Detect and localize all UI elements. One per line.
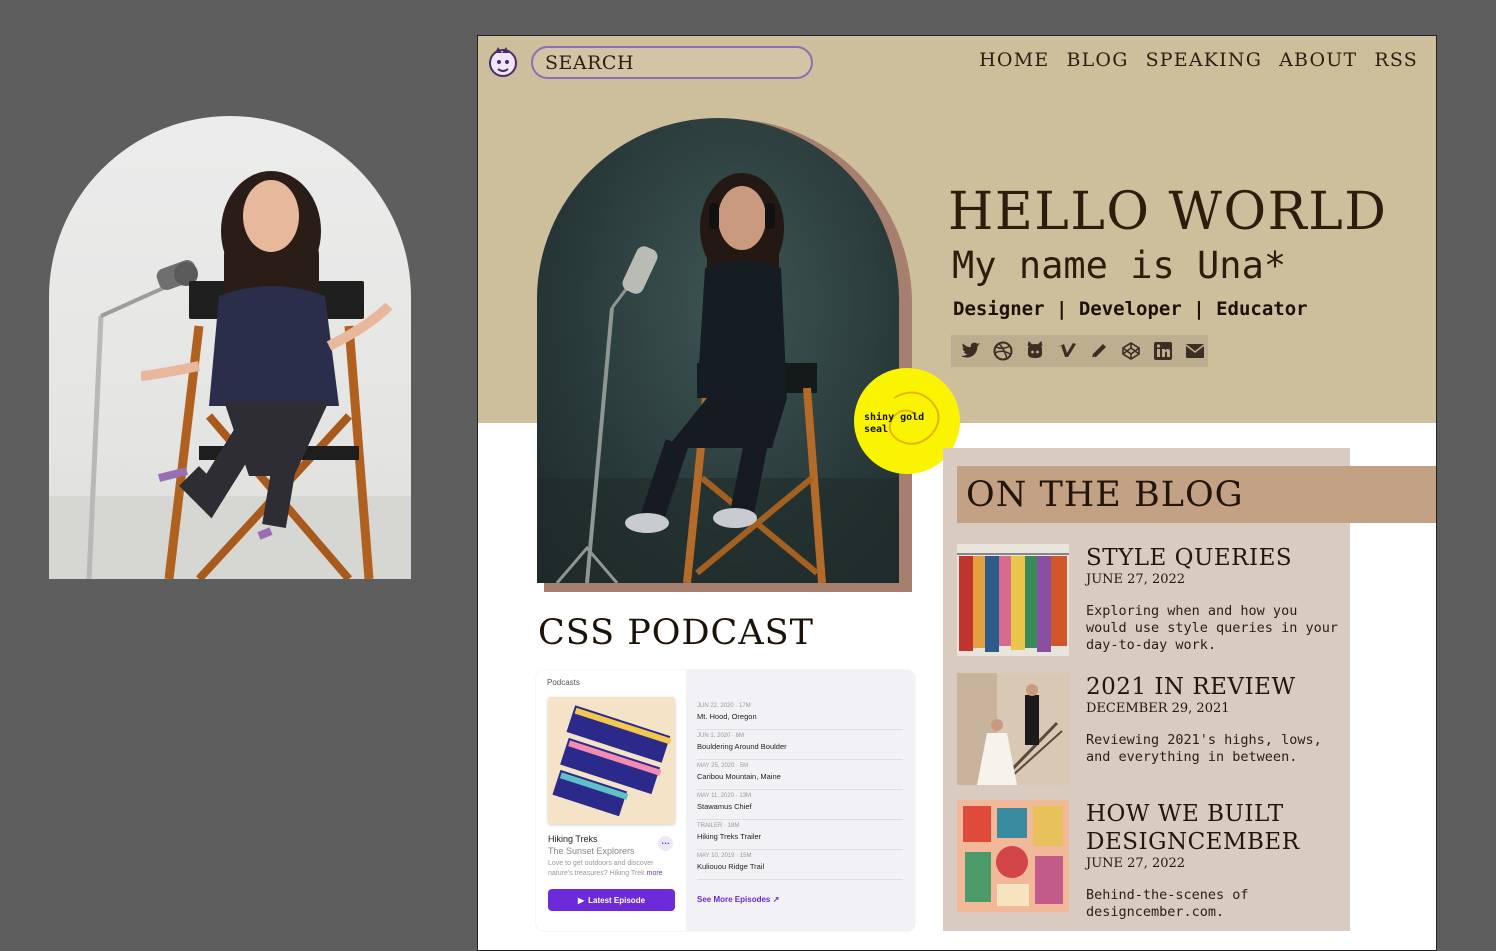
podcast-show-name[interactable]: Hiking Treks — [548, 834, 598, 844]
see-more-episodes-link[interactable]: See More Episodes ↗ — [697, 895, 779, 904]
blog-post[interactable]: STYLE QUERIES JUNE 27, 2022 Exploring wh… — [957, 544, 1338, 656]
episode-item[interactable]: JUN 1, 2020 · 6M Bouldering Around Bould… — [697, 730, 903, 760]
main-nav: HOME BLOG SPEAKING ABOUT RSS — [979, 49, 1418, 71]
episode-title: Mt. Hood, Oregon — [697, 712, 757, 721]
social-links — [951, 335, 1208, 367]
episode-meta: MAY 25, 2020 · 5M — [697, 763, 749, 769]
post-thumbnail-designcember[interactable] — [957, 800, 1069, 912]
podcasts-brand-label: Podcasts — [547, 678, 580, 687]
episode-meta: JUN 22, 2020 · 17M — [697, 703, 751, 709]
website-page: HOME BLOG SPEAKING ABOUT RSS — [477, 35, 1437, 951]
episode-item[interactable]: MAY 11, 2020 · 13M Stawamus Chief — [697, 790, 903, 820]
episode-title: Bouldering Around Boulder — [697, 742, 787, 751]
github-icon[interactable] — [1023, 340, 1046, 363]
episode-meta: MAY 10, 2019 · 15M — [697, 853, 752, 859]
side-portrait-photo — [49, 116, 411, 579]
podcast-description-text: Love to get outdoors and discover nature… — [548, 860, 654, 877]
post-title[interactable]: 2021 IN REVIEW — [1086, 673, 1341, 701]
episode-title: Hiking Treks Trailer — [697, 832, 762, 841]
hero-headline: HELLO WORLD — [948, 182, 1388, 242]
post-date: DECEMBER 29, 2021 — [1086, 701, 1230, 716]
blog-post[interactable]: 2021 IN REVIEW DECEMBER 29, 2021 Reviewi… — [957, 673, 1337, 785]
podcast-cover-art[interactable] — [548, 697, 675, 824]
search-input[interactable] — [531, 46, 813, 79]
nav-home[interactable]: HOME — [979, 49, 1049, 71]
episode-title: Kuliouou Ridge Trail — [697, 862, 765, 871]
mail-icon[interactable] — [1183, 340, 1206, 363]
podcasts-brand: Podcasts — [547, 678, 580, 687]
pencil-icon[interactable] — [1087, 340, 1110, 363]
post-thumbnail-clothes-rack[interactable] — [957, 544, 1069, 656]
blog-post[interactable]: HOW WE BUILT DESIGNCEMBER JUNE 27, 2022 … — [957, 800, 1337, 940]
post-date: JUNE 27, 2022 — [1086, 856, 1186, 871]
nav-rss[interactable]: RSS — [1374, 49, 1418, 71]
episode-item[interactable]: JUN 22, 2020 · 17M Mt. Hood, Oregon — [697, 700, 903, 730]
podcast-author: The Sunset Explorers — [548, 846, 635, 856]
podcast-embed[interactable]: Podcasts Hiking Treks The Sunset Explore… — [536, 670, 915, 931]
episode-list: JUN 22, 2020 · 17M Mt. Hood, Oregon JUN … — [686, 670, 915, 931]
latest-episode-button[interactable]: ▶ Latest Episode — [548, 889, 675, 911]
latest-episode-label: Latest Episode — [588, 895, 646, 905]
episode-item[interactable]: MAY 25, 2020 · 5M Caribou Mountain, Main… — [697, 760, 903, 790]
nav-about[interactable]: ABOUT — [1279, 49, 1357, 71]
post-description: Behind-the-scenes of designcember.com. — [1086, 887, 1249, 920]
seal-label: shiny gold seal — [864, 412, 925, 435]
hero-roles: Designer | Developer | Educator — [953, 298, 1308, 320]
post-description: Exploring when and how you would use sty… — [1086, 603, 1338, 653]
episode-title: Caribou Mountain, Maine — [697, 772, 781, 781]
post-description: Reviewing 2021's highs, lows, and everyt… — [1086, 732, 1322, 765]
episode-meta: TRAILER · 18M — [697, 823, 740, 829]
episode-item[interactable]: TRAILER · 18M Hiking Treks Trailer — [697, 820, 903, 850]
post-thumbnail-wedding[interactable] — [957, 673, 1069, 785]
play-icon: ▶ — [577, 895, 585, 905]
blog-section-title: ON THE BLOG — [966, 475, 1244, 515]
nav-blog[interactable]: BLOG — [1066, 49, 1128, 71]
linkedin-icon[interactable] — [1151, 340, 1174, 363]
podcast-section-title: CSS PODCAST — [538, 613, 814, 653]
codepen-icon[interactable] — [1119, 340, 1142, 363]
twitter-icon[interactable] — [959, 340, 982, 363]
post-title[interactable]: STYLE QUERIES — [1086, 544, 1341, 572]
post-date: JUNE 27, 2022 — [1086, 572, 1186, 587]
podcast-description: Love to get outdoors and discover nature… — [548, 859, 676, 879]
dribbble-icon[interactable] — [991, 340, 1014, 363]
nav-speaking[interactable]: SPEAKING — [1146, 49, 1263, 71]
una-logo-icon[interactable] — [488, 45, 518, 79]
vimeo-icon[interactable] — [1055, 340, 1078, 363]
hero-name-line: My name is Una* — [952, 244, 1287, 287]
post-title[interactable]: HOW WE BUILT DESIGNCEMBER — [1086, 800, 1341, 856]
hero-portrait-photo — [537, 118, 899, 583]
episode-meta: MAY 11, 2020 · 13M — [697, 793, 752, 799]
podcast-more-link[interactable]: more — [647, 870, 663, 877]
episode-title: Stawamus Chief — [697, 802, 752, 811]
more-options-icon[interactable]: … — [658, 836, 673, 851]
episode-meta: JUN 1, 2020 · 6M — [697, 733, 745, 739]
episode-item[interactable]: MAY 10, 2019 · 15M Kuliouou Ridge Trail — [697, 850, 903, 880]
